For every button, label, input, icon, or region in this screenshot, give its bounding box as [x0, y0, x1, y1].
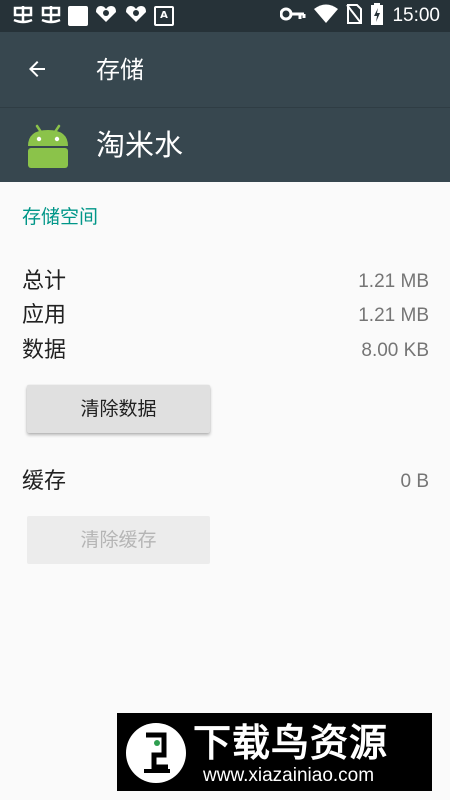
app-header: 淘米水 — [0, 107, 450, 182]
notification-bug-icon — [12, 4, 34, 29]
heart-badge-icon — [94, 4, 118, 28]
cache-label: 缓存 — [22, 469, 67, 494]
clear-cache-button[interactable]: 清除缓存 — [27, 516, 210, 564]
app-size-label: 应用 — [22, 303, 67, 328]
notification-icons: A — [12, 5, 174, 27]
page-title: 存储 — [96, 56, 144, 84]
bird-logo-icon — [126, 723, 186, 783]
no-sim-icon — [346, 4, 363, 28]
android-robot-icon — [28, 124, 68, 168]
heart-badge-icon — [124, 4, 148, 28]
data-size-label: 数据 — [22, 338, 67, 363]
wifi-icon — [314, 4, 339, 28]
system-icons: 15:00 — [279, 3, 440, 29]
clock: 15:00 — [392, 5, 440, 26]
status-bar: A 15:00 — [0, 0, 450, 32]
watermark-title: 下载鸟资源 — [193, 721, 389, 765]
cache-value: 0 B — [400, 471, 429, 492]
battery-charging-icon — [370, 3, 384, 29]
clear-data-button[interactable]: 清除数据 — [27, 385, 210, 433]
data-size-value: 8.00 KB — [361, 340, 429, 361]
white-square-icon — [68, 6, 88, 26]
watermark-banner: 下载鸟资源 www.xiazainiao.com — [117, 713, 432, 791]
a-box-icon: A — [154, 6, 174, 26]
back-button[interactable] — [14, 46, 60, 92]
watermark-url: www.xiazainiao.com — [203, 765, 375, 786]
toolbar: 存储 — [0, 32, 450, 107]
total-label: 总计 — [22, 269, 67, 294]
app-size-value: 1.21 MB — [358, 305, 429, 326]
total-value: 1.21 MB — [358, 271, 429, 292]
arrow-back-icon — [29, 61, 45, 77]
key-icon — [279, 6, 306, 26]
app-name: 淘米水 — [96, 128, 184, 162]
notification-bug-icon — [40, 4, 62, 29]
storage-section-title: 存储空间 — [22, 206, 99, 228]
